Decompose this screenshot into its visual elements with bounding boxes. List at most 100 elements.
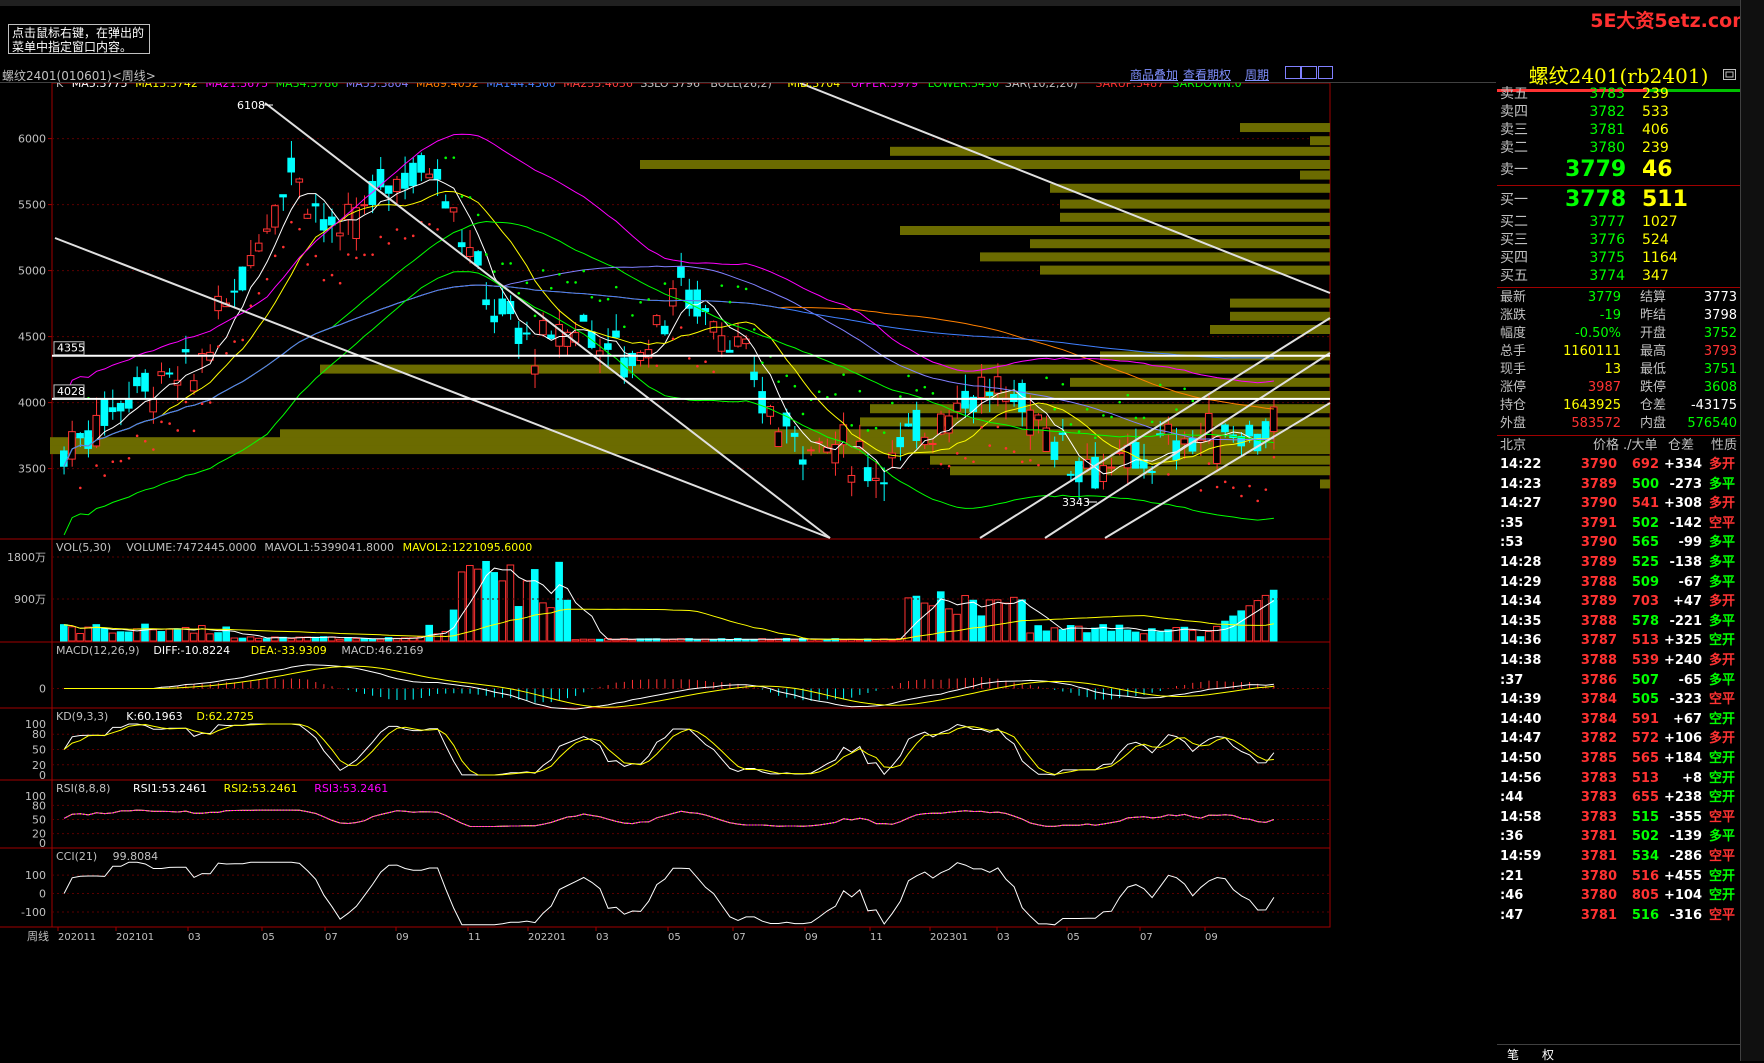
tab-weight[interactable]: 权	[1542, 1046, 1554, 1063]
sar-dot	[1012, 450, 1016, 453]
volume-bar	[254, 637, 263, 642]
stat-row: 持仓 1643925 仓差 -43175	[1497, 397, 1740, 415]
sar-dot	[720, 284, 724, 287]
sar-dot	[460, 195, 464, 198]
candle-body	[660, 325, 669, 335]
tick-time: 14:56	[1500, 770, 1542, 786]
volume-bar	[1131, 631, 1140, 642]
stat-value: -0.50%	[1575, 326, 1621, 341]
sar-dot	[387, 242, 391, 245]
candle-body	[530, 365, 539, 375]
volume-bar	[750, 639, 758, 642]
main-legend-item: MA233:4036	[563, 83, 633, 90]
right-toolbar[interactable]	[1740, 0, 1764, 1061]
tick-nature: 多平	[1709, 476, 1736, 492]
volume-bar	[1034, 625, 1043, 642]
overlay-commodity-link[interactable]: 商品叠加	[1130, 66, 1178, 83]
bid-price: 3777	[1589, 214, 1625, 230]
volume-bar	[1156, 631, 1164, 642]
dea-line	[64, 665, 1274, 708]
candle-body	[441, 201, 450, 209]
sar-dot	[866, 429, 870, 432]
tick-price: 3783	[1580, 809, 1617, 825]
sar-dot	[525, 281, 529, 285]
volume-bar	[149, 629, 157, 642]
candle-body	[1050, 441, 1059, 460]
macd-legend-item: DIFF:-10.8224	[153, 644, 230, 657]
chart-area[interactable]: 6000550050004500400035004355402861083343…	[0, 83, 1336, 943]
tick-nature: 空平	[1709, 692, 1736, 708]
tick-time: 14:23	[1500, 476, 1542, 492]
candle-body	[1075, 461, 1083, 483]
volume-bar	[1213, 625, 1221, 642]
sar-dot	[939, 462, 943, 466]
sar-dot	[598, 299, 602, 303]
sar-dot	[1215, 485, 1219, 489]
tick-price: 3788	[1580, 653, 1617, 668]
candle-body	[279, 194, 287, 198]
sar-dot	[282, 245, 285, 249]
sar-dot	[1134, 416, 1138, 420]
volume-bar	[1123, 629, 1132, 642]
sar-dot	[322, 278, 326, 282]
brand-watermark: 5E大资5etz.com	[1590, 10, 1752, 32]
sar-dot	[1053, 407, 1056, 411]
window-buttons[interactable]	[1285, 66, 1335, 80]
candle-body	[336, 232, 344, 237]
volume-profile-bar	[1240, 123, 1330, 133]
cci-y-label: 0	[39, 888, 46, 901]
candle-body	[604, 343, 612, 350]
main-legend-item: MA144:4360	[486, 83, 556, 90]
tick-time: :53	[1500, 535, 1524, 551]
macd-legend-item: DEA:-33.9309	[251, 644, 327, 657]
panel-toggle-icon[interactable]	[1723, 69, 1737, 81]
tick-header-vol: ./大单	[1623, 438, 1658, 453]
candle-body	[433, 168, 442, 180]
tick-volume: 565	[1631, 535, 1659, 551]
tick-volume: 565	[1631, 751, 1659, 766]
tick-time: 14:58	[1500, 809, 1542, 825]
tick-time: 14:28	[1500, 555, 1542, 570]
hint-box: 点击鼠标右键，在弹出的菜单中指定窗口内容。	[8, 24, 150, 54]
stat-label: 外盘	[1500, 416, 1527, 431]
x-tick-label: 05	[1067, 932, 1080, 943]
candle-body	[449, 207, 458, 213]
volume-bar	[263, 638, 271, 642]
volume-profile-bar	[870, 404, 1330, 414]
sar-dot	[225, 351, 228, 355]
main-legend-item: MA21:3675	[205, 83, 268, 90]
volume-bar	[1001, 602, 1010, 642]
macd-legend-item: MACD:46.2169	[341, 644, 423, 657]
volume-bar	[189, 632, 198, 642]
sar-dot	[850, 424, 853, 427]
candle-body	[896, 437, 904, 448]
sar-dot	[915, 389, 918, 392]
sar-dot	[395, 228, 399, 231]
tick-nature: 空平	[1709, 849, 1736, 864]
sar-dot	[1102, 414, 1105, 417]
volume-profile-bar	[1050, 183, 1330, 193]
stat-value: 1643925	[1563, 398, 1621, 413]
sar-dot	[817, 390, 821, 394]
sar-dot	[964, 456, 967, 460]
sar-dot	[476, 213, 480, 217]
volume-bar	[1245, 605, 1254, 642]
candle-body	[133, 377, 141, 387]
tab-trade[interactable]: 笔	[1507, 1046, 1519, 1063]
x-tick-label: 07	[1140, 932, 1153, 943]
sar-dot	[1207, 462, 1211, 465]
tick-row: :53 3790 565 -99 多平	[1497, 533, 1740, 553]
sar-dot	[314, 254, 318, 258]
candle-body	[384, 185, 393, 194]
candle-body	[847, 474, 856, 483]
tick-volume: 534	[1631, 849, 1659, 864]
period-link[interactable]: 周期	[1245, 66, 1269, 83]
tick-price: 3790	[1580, 496, 1617, 512]
volume-bar	[1026, 632, 1034, 642]
tick-position-diff: -355	[1669, 809, 1702, 825]
sar-dot	[444, 156, 448, 160]
stat-label: 涨跌	[1500, 308, 1527, 323]
view-options-link[interactable]: 查看期权	[1183, 66, 1231, 83]
candle-body	[409, 162, 417, 187]
tick-header: 北京 价格 ./大单 仓差 性质	[1497, 437, 1740, 455]
